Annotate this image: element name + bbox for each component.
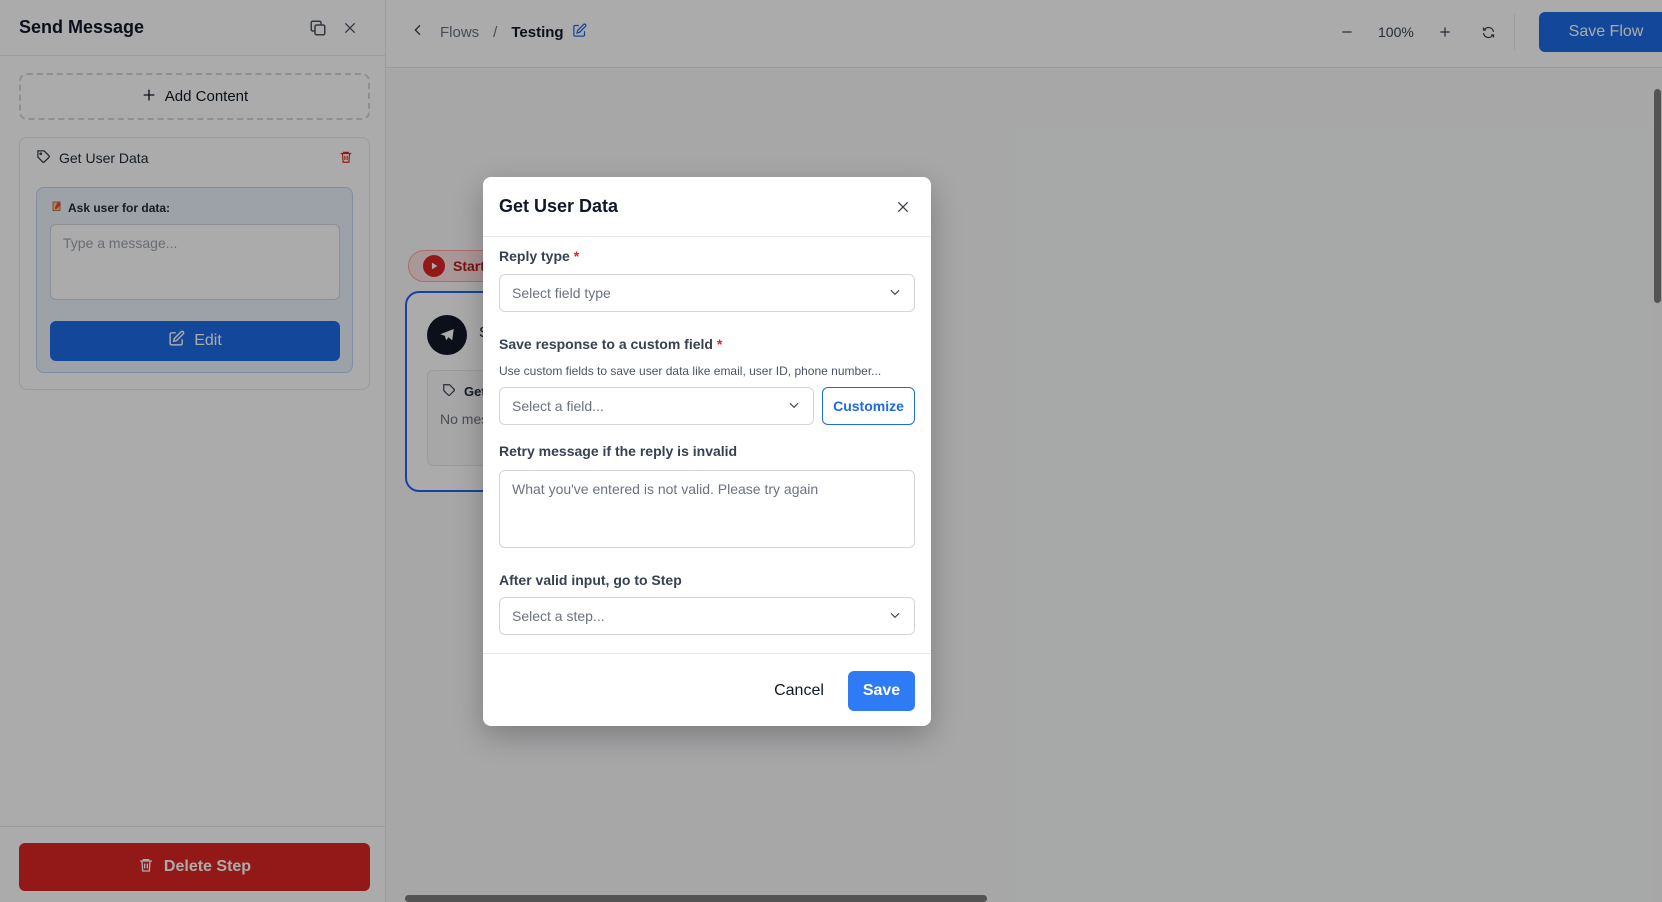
reply-type-label-text: Reply type	[499, 248, 570, 264]
modal-title: Get User Data	[499, 196, 619, 216]
chevron-down-icon	[888, 285, 902, 302]
cancel-button[interactable]: Cancel	[764, 671, 834, 711]
required-mark: *	[573, 248, 580, 264]
custom-field-help: Use custom fields to save user data like…	[499, 364, 882, 378]
customize-button[interactable]: Customize	[822, 387, 915, 425]
get-user-data-modal: Get User Data Reply type * Select field …	[483, 177, 931, 726]
next-step-value: Select a step...	[512, 608, 605, 624]
next-step-select[interactable]: Select a step...	[499, 597, 915, 635]
chevron-down-icon	[787, 398, 801, 415]
required-mark: *	[716, 336, 723, 352]
reply-type-value: Select field type	[512, 285, 611, 301]
modal-footer-divider	[483, 653, 931, 654]
reply-type-label: Reply type *	[499, 248, 579, 264]
custom-field-label-text: Save response to a custom field	[499, 336, 713, 352]
modal-header: Get User Data	[483, 177, 931, 237]
reply-type-select[interactable]: Select field type	[499, 274, 915, 312]
next-step-label: After valid input, go to Step	[499, 572, 682, 588]
custom-field-select[interactable]: Select a field...	[499, 387, 814, 425]
custom-field-value: Select a field...	[512, 398, 604, 414]
close-icon[interactable]	[891, 195, 915, 219]
chevron-down-icon	[888, 608, 902, 625]
save-button[interactable]: Save	[848, 671, 915, 711]
custom-field-label: Save response to a custom field *	[499, 336, 722, 352]
retry-message-input[interactable]: What you've entered is not valid. Please…	[499, 470, 915, 548]
retry-message-label: Retry message if the reply is invalid	[499, 443, 738, 459]
